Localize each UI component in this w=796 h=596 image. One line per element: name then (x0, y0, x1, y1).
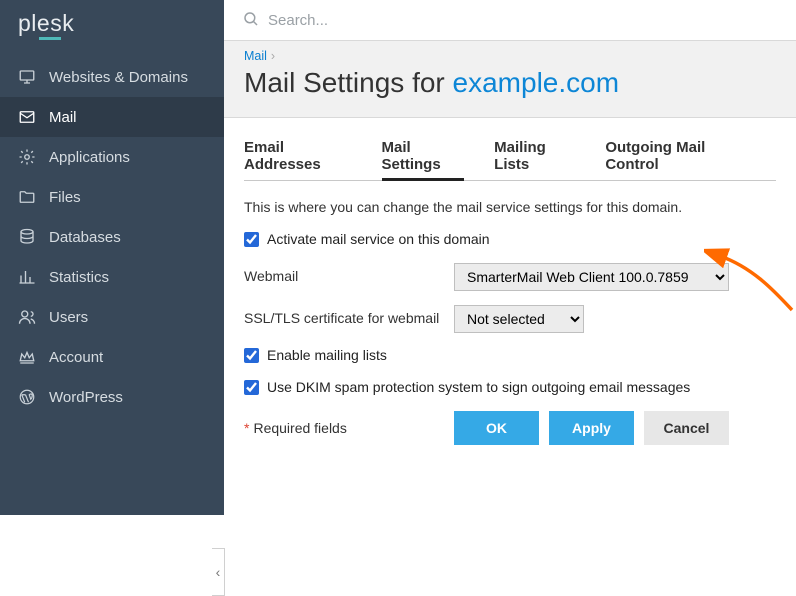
users-icon (18, 308, 36, 326)
tab-email-addresses[interactable]: Email Addresses (244, 132, 352, 180)
breadcrumb: Mail› (244, 49, 776, 63)
intro-text: This is where you can change the mail se… (244, 199, 776, 215)
sidebar-item-applications[interactable]: Applications (0, 137, 224, 177)
tabstrip: Email Addresses Mail Settings Mailing Li… (244, 132, 776, 181)
ssl-label: SSL/TLS certificate for webmail (244, 305, 454, 326)
search-icon (242, 10, 260, 31)
webmail-select[interactable]: SmarterMail Web Client 100.0.7859 (454, 263, 729, 291)
sidebar-item-databases[interactable]: Databases (0, 217, 224, 257)
sidebar-nav: Websites & Domains Mail Applications Fil… (0, 57, 224, 417)
brand-logo: plesk (18, 10, 74, 37)
required-asterisk-icon: * (244, 420, 249, 436)
page-title: Mail Settings for example.com (244, 67, 776, 99)
tab-mail-settings[interactable]: Mail Settings (382, 132, 465, 180)
tab-outgoing-mail-control[interactable]: Outgoing Mail Control (605, 132, 746, 180)
breadcrumb-root[interactable]: Mail (244, 49, 267, 63)
ok-button[interactable]: OK (454, 411, 539, 445)
sidebar-item-websites[interactable]: Websites & Domains (0, 57, 224, 97)
activate-mail-label: Activate mail service on this domain (267, 231, 490, 247)
sidebar-item-files[interactable]: Files (0, 177, 224, 217)
sidebar: plesk Websites & Domains Mail Applicatio… (0, 0, 224, 515)
sidebar-item-label: Mail (49, 109, 77, 126)
page-title-prefix: Mail Settings for (244, 67, 453, 98)
sidebar-item-label: Statistics (49, 269, 109, 286)
mailing-lists-label: Enable mailing lists (267, 347, 387, 363)
sidebar-item-statistics[interactable]: Statistics (0, 257, 224, 297)
dkim-label: Use DKIM spam protection system to sign … (267, 379, 690, 395)
sidebar-collapse-handle[interactable]: ‹ (212, 548, 225, 596)
sidebar-item-label: Databases (49, 229, 121, 246)
stack-icon (18, 228, 36, 246)
sidebar-item-mail[interactable]: Mail (0, 97, 224, 137)
search-input[interactable] (268, 12, 528, 29)
searchbar (224, 0, 796, 40)
sidebar-item-label: WordPress (49, 389, 123, 406)
chevron-right-icon: › (267, 49, 275, 63)
page-title-domain: example.com (453, 67, 620, 98)
gear-icon (18, 148, 36, 166)
mailing-lists-checkbox[interactable] (244, 348, 259, 363)
ssl-select[interactable]: Not selected (454, 305, 584, 333)
monitor-icon (18, 68, 36, 86)
content: Mail› Mail Settings for example.com ‹ Em… (224, 0, 796, 515)
sidebar-item-wordpress[interactable]: WordPress (0, 377, 224, 417)
bars-icon (18, 268, 36, 286)
sidebar-item-users[interactable]: Users (0, 297, 224, 337)
crown-icon (18, 348, 36, 366)
webmail-label: Webmail (244, 263, 454, 284)
sidebar-item-label: Users (49, 309, 88, 326)
required-note: *Required fields (244, 420, 454, 436)
sidebar-item-label: Websites & Domains (49, 69, 188, 86)
button-bar: *Required fields OK Apply Cancel (244, 411, 776, 445)
activate-mail-checkbox[interactable] (244, 232, 259, 247)
tab-mailing-lists[interactable]: Mailing Lists (494, 132, 575, 180)
wordpress-icon (18, 388, 36, 406)
sidebar-item-label: Files (49, 189, 81, 206)
envelope-icon (18, 108, 36, 126)
main-panel: ‹ Email Addresses Mail Settings Mailing … (224, 118, 796, 445)
page-header: Mail› Mail Settings for example.com (224, 40, 796, 118)
sidebar-item-account[interactable]: Account (0, 337, 224, 377)
folder-icon (18, 188, 36, 206)
sidebar-item-label: Account (49, 349, 103, 366)
sidebar-item-label: Applications (49, 149, 130, 166)
cancel-button[interactable]: Cancel (644, 411, 729, 445)
apply-button[interactable]: Apply (549, 411, 634, 445)
dkim-checkbox[interactable] (244, 380, 259, 395)
